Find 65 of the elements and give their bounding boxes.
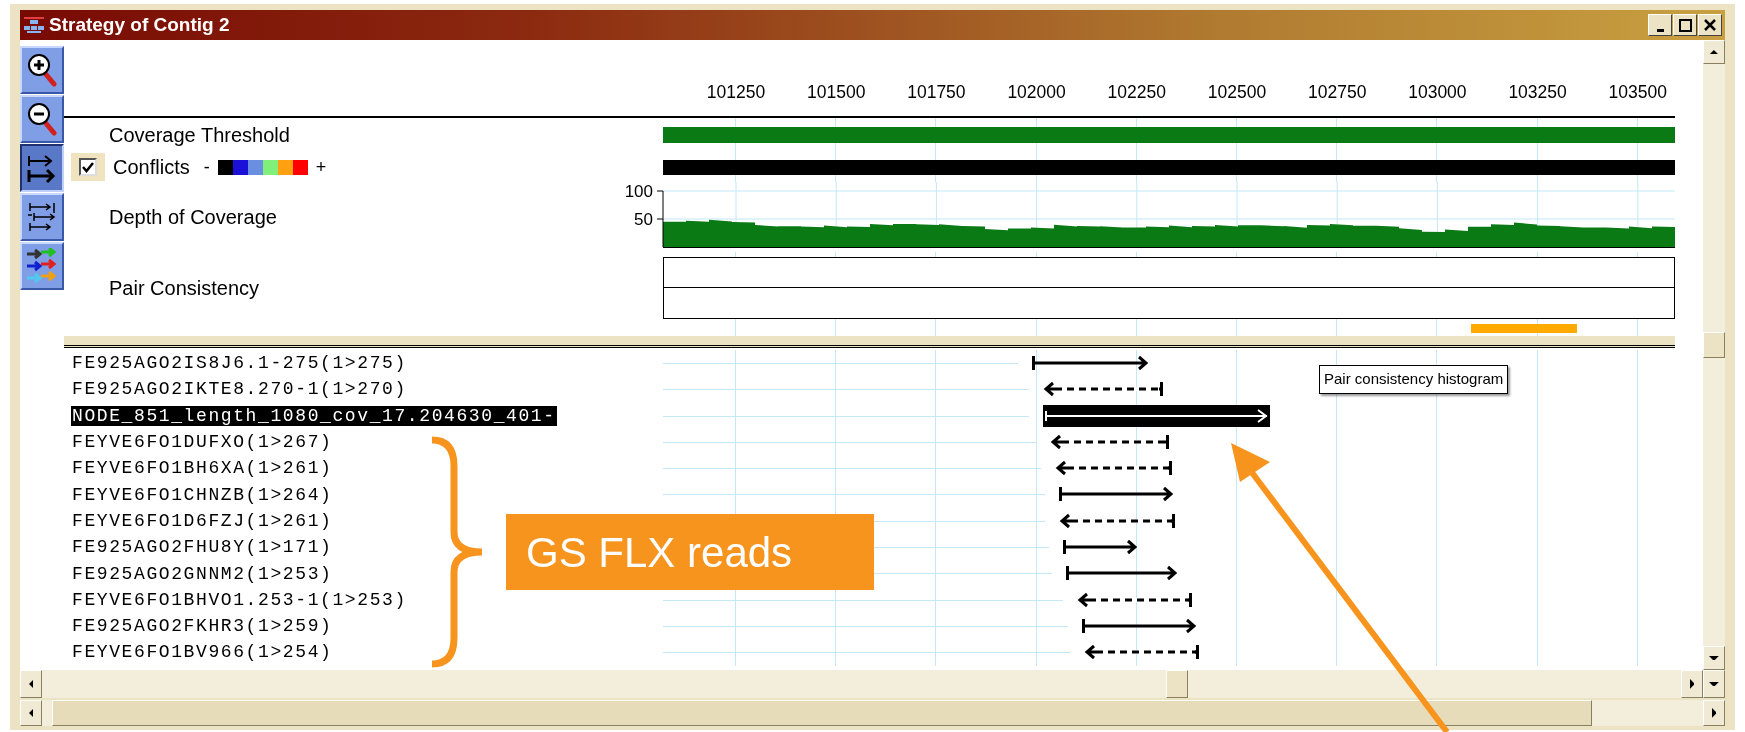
checkmark-icon (82, 161, 94, 173)
close-button[interactable] (1698, 14, 1722, 36)
scroll-left-arrow-icon (28, 679, 34, 689)
zoom-in-icon (27, 53, 57, 87)
track-label: Depth of Coverage (109, 206, 277, 228)
maximize-icon (1678, 18, 1692, 32)
scroll-down-button[interactable] (1703, 646, 1725, 670)
annotation-label: GS FLX reads (506, 514, 874, 590)
read-name[interactable]: FEYVE6FO1DUFXO(1>267) (71, 432, 334, 453)
zoom-out-icon (27, 102, 57, 136)
ruler-label: 103250 (1508, 82, 1567, 102)
ruler-label: 103500 (1608, 82, 1667, 102)
scroll-right-button[interactable] (1681, 670, 1703, 698)
close-icon (1704, 19, 1716, 31)
read-name[interactable]: FEYVE6FO1D6FZJ(1>261) (71, 510, 334, 531)
splitter-bar[interactable] (64, 336, 1675, 348)
ruler-label: 102500 (1207, 82, 1267, 102)
scroll-right-button[interactable] (1703, 700, 1725, 726)
ruler-label: 101750 (907, 82, 966, 102)
scrollbar-thumb[interactable] (1166, 670, 1188, 698)
track-label: Coverage Threshold (109, 124, 290, 146)
maximize-button[interactable] (1673, 14, 1697, 36)
conflicts-checkbox[interactable] (79, 158, 97, 176)
ruler-label: 102250 (1107, 82, 1166, 102)
read-name[interactable]: FE925AGO2GNNM2(1>253) (71, 563, 334, 584)
legend-low-label: - (203, 155, 210, 179)
scroll-down-arrow-icon (1709, 681, 1719, 687)
axis-label: 50 (634, 210, 653, 229)
track-label: Pair Consistency (109, 277, 260, 299)
read-name[interactable]: FE925AGO2IS8J6.1-275(1>275) (71, 353, 408, 374)
read-name[interactable]: FE925AGO2FKHR3(1>259) (71, 616, 334, 637)
scroll-down-button[interactable] (1703, 670, 1725, 698)
axis-label: 100 (624, 182, 653, 201)
minimize-icon (1656, 28, 1664, 32)
ruler-label: 102750 (1308, 82, 1367, 102)
colored-arrows-icon (25, 248, 59, 284)
scroll-left-button[interactable] (20, 700, 42, 726)
scroll-right-arrow-icon (1689, 679, 1695, 689)
read-name[interactable]: FEYVE6FO1BH6XA(1>261) (71, 458, 334, 479)
vertical-scrollbar[interactable] (1703, 40, 1725, 670)
ruler-label: 101500 (807, 82, 866, 102)
scroll-up-button[interactable] (1703, 40, 1725, 64)
toolbar-button[interactable] (20, 144, 64, 192)
read-name[interactable]: FE925AGO2IKTE8.270-1(1>270) (71, 379, 408, 400)
scroll-left-button[interactable] (20, 670, 42, 698)
scrollbar-thumb[interactable] (1703, 332, 1725, 358)
read-name[interactable]: NODE_851_length_1080_cov_17.204630_401- (71, 405, 557, 426)
scroll-right-arrow-icon (1711, 708, 1717, 718)
app-icon (23, 16, 45, 34)
scroll-up-arrow-icon (1709, 49, 1719, 55)
read-name[interactable]: FEYVE6FO1CHNZB(1>264) (71, 484, 334, 505)
read-name[interactable]: FEYVE6FO1BHVO1.253-1(1>253) (71, 589, 408, 610)
legend-high-label: + (315, 155, 327, 179)
track-label: Conflicts (113, 155, 190, 180)
scroll-down-arrow-icon (1709, 655, 1719, 661)
ruler-label: 101250 (706, 82, 766, 102)
read-name[interactable]: FEYVE6FO1BV966(1>254) (71, 642, 334, 663)
minimize-button[interactable] (1648, 14, 1672, 36)
tooltip: Pair consistency histogram (1319, 365, 1509, 394)
ruler-label: 102000 (1007, 82, 1066, 102)
horizontal-scrollbar[interactable] (20, 670, 1725, 698)
window-title: Strategy of Contig 2 (49, 12, 230, 37)
ruler-label: 103000 (1408, 82, 1467, 102)
read-name[interactable]: FE925AGO2FHU8Y(1>171) (71, 537, 334, 558)
scroll-left-arrow-icon (28, 708, 34, 718)
